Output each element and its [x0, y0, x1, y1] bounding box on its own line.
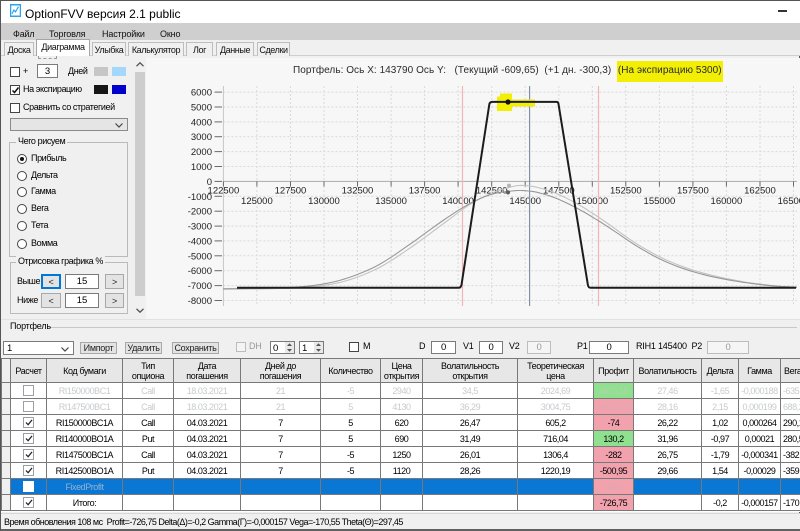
svg-text:125000: 125000 [241, 196, 273, 207]
svg-text:150000: 150000 [576, 196, 608, 207]
svg-text:137500: 137500 [409, 186, 441, 197]
svg-text:135000: 135000 [375, 196, 407, 207]
svg-text:157500: 157500 [677, 186, 709, 197]
svg-text:3000: 3000 [191, 132, 212, 143]
svg-text:-8000: -8000 [188, 296, 212, 307]
svg-text:155000: 155000 [644, 196, 676, 207]
svg-text:152500: 152500 [610, 186, 642, 197]
svg-text:5000: 5000 [191, 103, 212, 114]
svg-text:-5000: -5000 [188, 251, 212, 262]
svg-text:6000: 6000 [191, 88, 212, 99]
svg-text:130000: 130000 [308, 196, 340, 207]
svg-text:145000: 145000 [509, 196, 541, 207]
svg-text:162500: 162500 [744, 186, 776, 197]
svg-text:4000: 4000 [191, 117, 212, 128]
svg-text:2000: 2000 [191, 147, 212, 158]
svg-text:-4000: -4000 [188, 236, 212, 247]
svg-text:-6000: -6000 [188, 266, 212, 277]
svg-text:1000: 1000 [191, 162, 212, 173]
svg-text:127500: 127500 [275, 186, 307, 197]
svg-text:132500: 132500 [342, 186, 374, 197]
svg-text:122500: 122500 [208, 186, 240, 197]
svg-text:160000: 160000 [711, 196, 743, 207]
svg-text:165000: 165000 [778, 196, 800, 207]
svg-text:-3000: -3000 [188, 222, 212, 233]
svg-text:-2000: -2000 [188, 207, 212, 218]
svg-text:-7000: -7000 [188, 281, 212, 292]
